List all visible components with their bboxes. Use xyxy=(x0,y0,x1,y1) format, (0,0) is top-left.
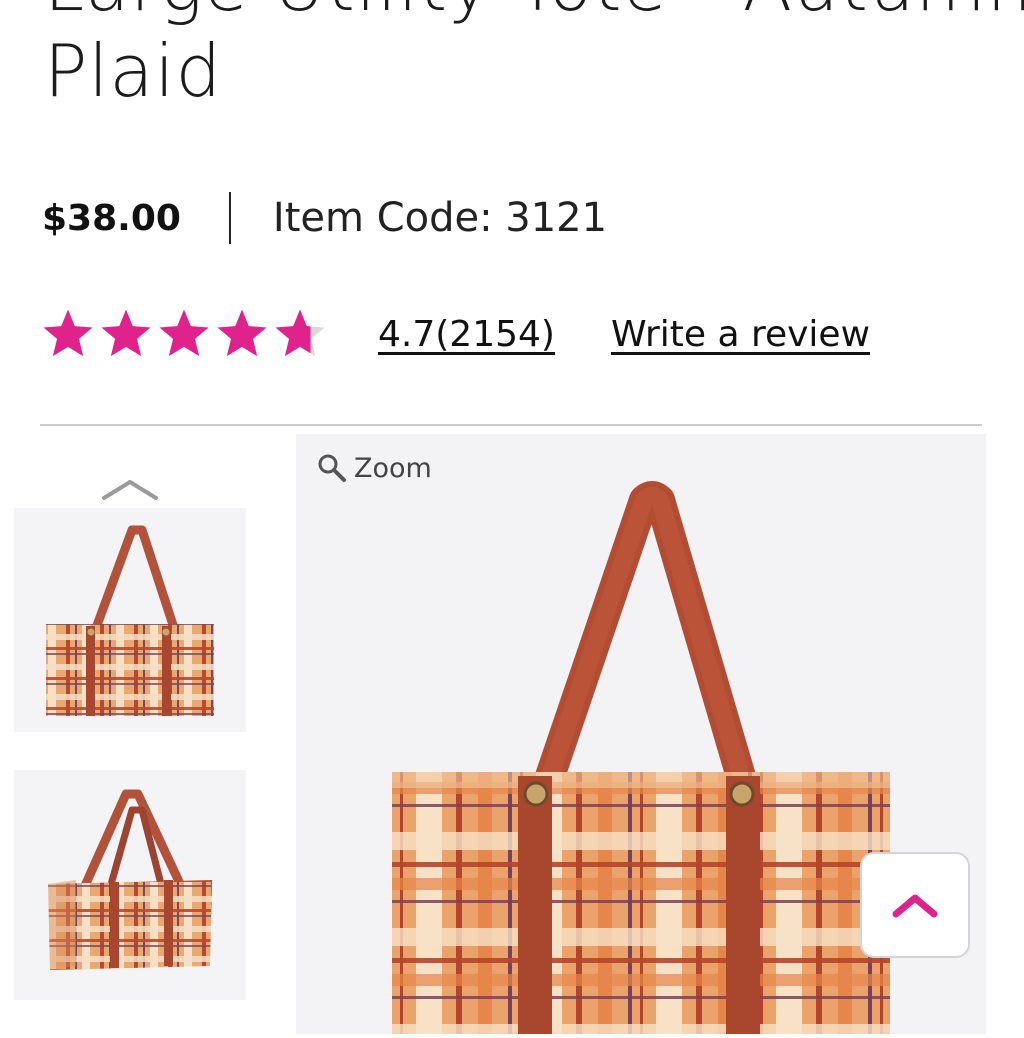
zoom-label: Zoom xyxy=(354,452,432,484)
chevron-up-icon[interactable] xyxy=(100,474,160,504)
scroll-to-top-button[interactable] xyxy=(860,852,970,958)
item-code: Item Code: 3121 xyxy=(272,195,608,241)
tote-thumbnail-image xyxy=(46,525,214,716)
star-icon xyxy=(101,309,151,357)
zoom-button[interactable]: Zoom xyxy=(316,452,432,484)
thumbnail-tote-front[interactable] xyxy=(14,508,246,732)
star-rating xyxy=(40,306,330,362)
product-price: $38.00 xyxy=(42,197,181,239)
product-title: Large Utility Tote - Autumn Plaid xyxy=(44,0,1024,114)
rating-count-link[interactable]: 4.7(2154) xyxy=(378,314,555,355)
star-icon xyxy=(159,309,209,357)
product-title-line2: Plaid xyxy=(44,29,223,113)
product-title-line1: Large Utility Tote - Autumn xyxy=(44,0,1024,28)
tote-thumbnail-image xyxy=(48,789,212,970)
thumbnail-tote-angle[interactable] xyxy=(14,770,246,1000)
star-half-icon xyxy=(275,309,325,357)
rating-row: 4.7(2154) Write a review xyxy=(40,304,870,364)
write-review-link[interactable]: Write a review xyxy=(611,314,870,355)
chevron-up-icon xyxy=(892,894,938,918)
star-icon xyxy=(43,309,93,357)
star-icon xyxy=(217,309,267,357)
magnifier-icon xyxy=(318,454,346,482)
price-row: $38.00 Item Code: 3121 xyxy=(42,188,607,248)
section-divider xyxy=(40,424,982,426)
price-separator xyxy=(228,192,231,244)
